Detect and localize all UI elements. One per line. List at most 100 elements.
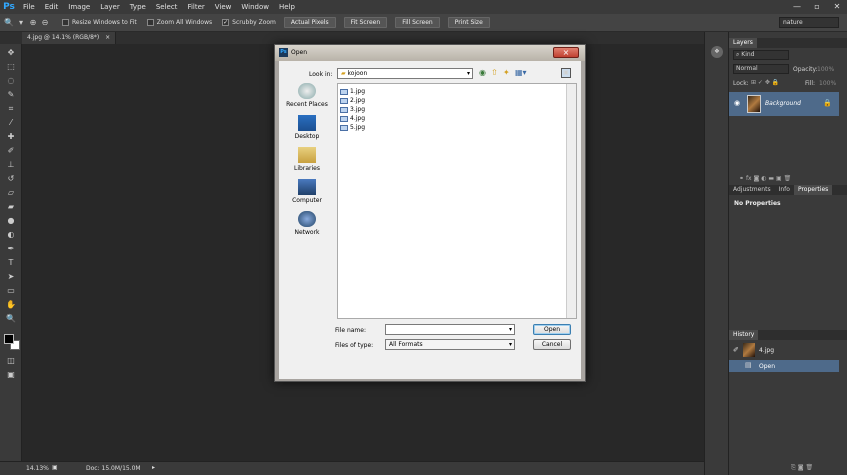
shape-tool-icon[interactable]: ▭ xyxy=(0,284,22,298)
checkbox-box[interactable] xyxy=(146,19,154,26)
list-item[interactable]: 1.jpg xyxy=(340,87,576,96)
brush-tool-icon[interactable]: ✐ xyxy=(0,144,22,158)
print-size-button[interactable]: Print Size xyxy=(447,17,490,28)
menu-type[interactable]: Type xyxy=(125,0,151,14)
brush-source-icon[interactable]: ✐ xyxy=(733,346,739,354)
fx-icon[interactable]: fx xyxy=(746,175,754,182)
history-brush-tool-icon[interactable]: ↺ xyxy=(0,172,22,186)
menu-image[interactable]: Image xyxy=(63,0,95,14)
zoom-in-icon[interactable]: ⊕ xyxy=(28,18,38,28)
fill-value[interactable]: 100% xyxy=(819,80,836,87)
maximize-button[interactable]: ▫ xyxy=(807,0,827,14)
list-item[interactable]: 5.jpg xyxy=(340,123,576,132)
chevron-right-icon[interactable]: ▸ xyxy=(152,464,155,471)
menu-help[interactable]: Help xyxy=(274,0,300,14)
list-item[interactable]: 2.jpg xyxy=(340,96,576,105)
menu-edit[interactable]: Edit xyxy=(40,0,64,14)
layer-row[interactable]: ◉ Background 🔒 xyxy=(729,92,839,116)
list-item[interactable]: 4.jpg xyxy=(340,114,576,123)
move-tool-icon[interactable]: ✥ xyxy=(0,46,22,60)
place-recent-places[interactable]: Recent Places xyxy=(281,83,333,108)
dodge-tool-icon[interactable]: ◐ xyxy=(0,228,22,242)
checkmark-icon[interactable]: ✓ xyxy=(222,19,230,26)
zoom-tool-icon[interactable]: 🔍 xyxy=(4,18,14,28)
lock-icon[interactable]: ⊞ ✓ ✥ 🔒 xyxy=(751,79,779,86)
trash-icon[interactable]: 🗑 xyxy=(784,175,792,182)
screen-mode-icon[interactable]: ▣ xyxy=(0,368,22,382)
menu-window[interactable]: Window xyxy=(236,0,274,14)
cancel-button[interactable]: Cancel xyxy=(533,339,571,350)
trash-icon[interactable]: 🗑 xyxy=(805,464,813,471)
menu-select[interactable]: Select xyxy=(151,0,183,14)
up-folder-icon[interactable]: ⇧ xyxy=(491,68,498,77)
opacity-value[interactable]: 100% xyxy=(817,66,834,73)
menu-view[interactable]: View xyxy=(210,0,237,14)
vertical-scrollbar[interactable] xyxy=(566,84,576,318)
scrubby-zoom-checkbox[interactable]: ✓ Scrubby Zoom xyxy=(222,19,276,26)
link-icon[interactable]: ⚭ xyxy=(739,175,746,182)
place-libraries[interactable]: Libraries xyxy=(281,147,333,172)
place-network[interactable]: Network xyxy=(281,211,333,236)
type-tool-icon[interactable]: T xyxy=(0,256,22,270)
tab-info[interactable]: Info xyxy=(775,185,794,195)
open-button[interactable]: Open xyxy=(533,324,571,335)
back-icon[interactable]: ◉ xyxy=(479,68,486,77)
menu-layer[interactable]: Layer xyxy=(95,0,125,14)
actual-pixels-button[interactable]: Actual Pixels xyxy=(283,17,336,28)
pen-tool-icon[interactable]: ✒ xyxy=(0,242,22,256)
marquee-tool-icon[interactable]: ⬚ xyxy=(0,60,22,74)
workspace-select[interactable]: nature xyxy=(779,17,839,28)
foreground-color-swatch[interactable] xyxy=(4,334,14,344)
close-icon[interactable]: × xyxy=(105,34,110,41)
list-item[interactable]: 3.jpg xyxy=(340,105,576,114)
new-layer-icon[interactable]: ▣ xyxy=(776,175,784,182)
blend-mode-select[interactable]: Normal xyxy=(733,64,789,74)
hand-tool-icon[interactable]: ✋ xyxy=(0,298,22,312)
kind-filter[interactable]: ⌕ Kind xyxy=(733,50,789,60)
eyedropper-tool-icon[interactable]: ⁄ xyxy=(0,116,22,130)
folder-icon[interactable]: ▬ xyxy=(768,175,776,182)
resize-windows-checkbox[interactable]: Resize Windows to Fit xyxy=(62,19,137,26)
menu-filter[interactable]: Filter xyxy=(182,0,209,14)
healing-brush-tool-icon[interactable]: ✚ xyxy=(0,130,22,144)
tab-properties[interactable]: Properties xyxy=(793,185,833,195)
close-button[interactable]: × xyxy=(553,47,579,58)
new-folder-icon[interactable]: ✦ xyxy=(503,68,510,77)
lasso-tool-icon[interactable]: ◌ xyxy=(0,74,22,88)
crop-tool-icon[interactable]: ⌗ xyxy=(0,102,22,116)
history-dock-icon[interactable]: ❖ xyxy=(711,46,723,58)
eraser-tool-icon[interactable]: ▱ xyxy=(0,186,22,200)
minimize-button[interactable]: — xyxy=(787,0,807,14)
history-snapshot[interactable]: ✐ 4.jpg xyxy=(729,342,839,358)
clone-stamp-tool-icon[interactable]: ⊥ xyxy=(0,158,22,172)
file-list[interactable]: 1.jpg 2.jpg 3.jpg 4.jpg 5.jpg xyxy=(337,83,577,319)
fill-screen-button[interactable]: Fill Screen xyxy=(395,17,440,28)
path-selection-tool-icon[interactable]: ➤ xyxy=(0,270,22,284)
view-menu-icon[interactable]: ▦▾ xyxy=(515,68,527,77)
preview-icon[interactable]: ▣ xyxy=(561,68,571,78)
close-window-button[interactable]: ✕ xyxy=(827,0,847,14)
file-name-field[interactable]: ▾ xyxy=(385,324,515,335)
tab-layers[interactable]: Layers xyxy=(729,38,757,48)
files-of-type-select[interactable]: All Formats ▾ xyxy=(385,339,515,350)
layer-name[interactable]: Background xyxy=(765,100,801,107)
dialog-title-bar[interactable]: Ps Open × xyxy=(275,45,585,61)
place-computer[interactable]: Computer xyxy=(281,179,333,204)
quick-mask-icon[interactable]: ◫ xyxy=(0,354,22,368)
tab-adjustments[interactable]: Adjustments xyxy=(729,185,775,195)
export-icon[interactable]: ▣ xyxy=(52,464,58,471)
zoom-out-icon[interactable]: ⊖ xyxy=(40,18,50,28)
blur-tool-icon[interactable]: ● xyxy=(0,214,22,228)
new-document-icon[interactable]: ⎘ xyxy=(791,464,798,471)
look-in-select[interactable]: ▰ kojoon ▾ xyxy=(337,68,473,79)
tab-history[interactable]: History xyxy=(729,330,759,340)
quick-selection-tool-icon[interactable]: ✎ xyxy=(0,88,22,102)
place-desktop[interactable]: Desktop xyxy=(281,115,333,140)
fit-screen-button[interactable]: Fit Screen xyxy=(343,17,388,28)
zoom-level[interactable]: 14.13% xyxy=(26,465,49,472)
history-step[interactable]: ▤ Open xyxy=(729,360,839,372)
zoom-tool-icon[interactable]: 🔍 xyxy=(0,312,22,326)
zoom-all-checkbox[interactable]: Zoom All Windows xyxy=(146,19,212,26)
document-tab[interactable]: 4.jpg @ 14.1% (RGB/8*) × xyxy=(22,32,117,44)
color-swatches[interactable] xyxy=(4,334,20,350)
